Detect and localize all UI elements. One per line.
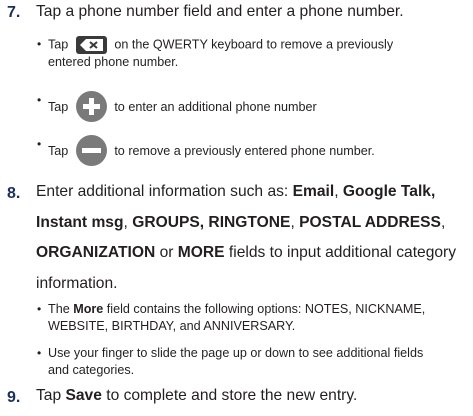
groups-ringtone-field-name: GROUPS, RINGTONE: [132, 213, 291, 231]
text-segment: or: [155, 244, 178, 261]
text-segment: The: [48, 302, 74, 316]
backspace-icon: [75, 36, 107, 54]
step-number: 7.: [7, 4, 21, 21]
email-field-name: Email: [292, 183, 335, 200]
organization-field-name: ORGANIZATION: [36, 244, 156, 261]
more-field-name: MORE: [177, 244, 225, 261]
bullet-text-post: on the QWERTY keyboard to remove a previ…: [114, 37, 394, 52]
text-segment: fields to input additional category: [224, 244, 457, 261]
bullet-dot: •: [37, 37, 42, 51]
postal-address-field-name: POSTAL ADDRESS: [299, 213, 441, 231]
bullet-text-post: to enter an additional phone number: [114, 99, 317, 114]
bullet-text-pre: Tap: [48, 37, 69, 52]
text-segment: WEBSITE, BIRTHDAY, and ANNIVERSARY.: [48, 318, 296, 333]
text-segment: to complete and store the new entry.: [101, 387, 358, 404]
text-segment: Enter additional information such as:: [36, 183, 293, 200]
text-segment: Use your finger to slide the page up or …: [48, 346, 424, 360]
text-segment: and categories.: [48, 362, 135, 377]
remove-circle-icon: [75, 135, 107, 166]
text-segment: ,: [440, 213, 446, 231]
bullet-text-post: to remove a previously entered phone num…: [114, 143, 375, 158]
bullet-text-pre: Tap: [48, 143, 69, 158]
step-text: Tap a phone number field and enter a pho…: [36, 3, 404, 20]
bullet-dot: •: [37, 346, 42, 360]
text-segment: ,: [334, 183, 343, 200]
google-talk-field-name: Google Talk,: [342, 183, 436, 200]
step-text: Tap Save to complete and store the new e…: [36, 381, 469, 412]
step-text: Enter additional information such as: Em…: [36, 177, 469, 299]
step-number: 8.: [7, 185, 21, 202]
more-field-name: More: [73, 302, 104, 316]
bullet-text-pre: Tap: [48, 99, 69, 114]
text-segment: field contains the following options: NO…: [103, 302, 426, 316]
add-circle-icon: [75, 91, 107, 122]
bullet-dot: •: [37, 93, 42, 107]
instant-msg-field-name: Instant msg: [36, 213, 124, 231]
text-segment: ,: [123, 213, 133, 231]
text-segment: information.: [36, 274, 118, 292]
text-segment: ,: [290, 213, 300, 231]
step-number: 9.: [7, 389, 21, 406]
text-segment: Tap: [36, 387, 66, 404]
bullet-text-line2: entered phone number.: [48, 55, 179, 69]
save-label: Save: [65, 387, 102, 404]
bullet-dot: •: [37, 137, 42, 151]
bullet-dot: •: [37, 302, 42, 316]
